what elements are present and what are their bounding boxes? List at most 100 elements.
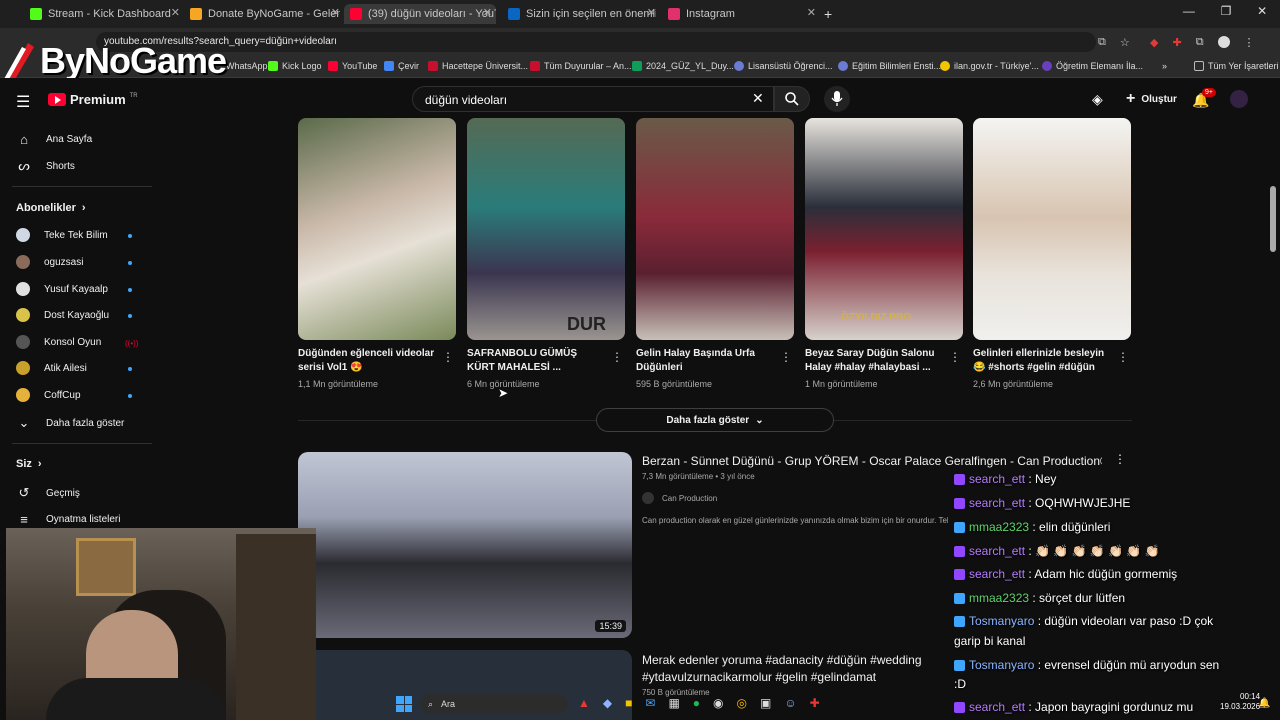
minimize-icon[interactable]: — bbox=[1183, 4, 1195, 24]
close-icon[interactable]: ✕ bbox=[647, 6, 656, 19]
bookmark-item[interactable]: 2024_GÜZ_YL_Duy... bbox=[632, 61, 734, 71]
bookmark-item[interactable]: ilan.gov.tr - Türkiye'... bbox=[940, 61, 1039, 71]
bookmark-item[interactable]: Öğretim Elemanı İla... bbox=[1042, 61, 1143, 71]
youtube-logo[interactable]: Premium TR bbox=[48, 92, 138, 107]
more-options-icon[interactable]: ⋮ bbox=[780, 350, 792, 364]
cast-icon[interactable]: ◈ bbox=[1092, 91, 1103, 108]
short-title[interactable]: Düğünden eğlenceli videolar serisi Vol1 … bbox=[298, 347, 438, 375]
more-options-icon[interactable]: ⋮ bbox=[442, 350, 454, 364]
extension-icon[interactable]: ✚ bbox=[1172, 36, 1181, 49]
short-title[interactable]: SAFRANBOLU GÜMÜŞ KÜRT MAHALESİ ... bbox=[467, 347, 607, 375]
install-icon[interactable]: ⧉ bbox=[1098, 36, 1106, 49]
bookmark-item[interactable]: Eğitim Bilimleri Ensti... bbox=[838, 61, 941, 71]
tab-donate[interactable]: Donate ByNoGame - Gelen/Gi... ✕ bbox=[190, 4, 340, 24]
sidebar-item-subscription[interactable]: Atik Ailesi bbox=[16, 361, 87, 375]
sidebar-item-home[interactable]: ⌂ Ana Sayfa bbox=[16, 131, 92, 147]
hamburger-menu-icon[interactable]: ☰ bbox=[16, 92, 30, 112]
short-thumbnail[interactable] bbox=[298, 118, 456, 340]
restore-icon[interactable]: ❐ bbox=[1221, 4, 1232, 24]
close-icon[interactable]: ✕ bbox=[483, 6, 492, 19]
short-thumbnail[interactable] bbox=[973, 118, 1131, 340]
account-avatar[interactable] bbox=[1230, 90, 1248, 108]
new-tab-button[interactable]: + bbox=[824, 6, 832, 22]
bookmark-item[interactable]: Lisansüstü Öğrenci... bbox=[734, 61, 833, 71]
clear-search-icon[interactable]: ✕ bbox=[752, 90, 764, 107]
epic-games-icon[interactable]: ▣ bbox=[760, 696, 771, 710]
channel-avatar bbox=[16, 335, 30, 349]
page-scrollbar[interactable] bbox=[1270, 186, 1276, 252]
short-thumbnail[interactable] bbox=[636, 118, 794, 340]
bookmark-item[interactable]: Hacettepe Üniversit... bbox=[428, 61, 528, 71]
divider bbox=[12, 186, 152, 187]
copilot-icon[interactable]: ◆ bbox=[603, 696, 612, 710]
short-title[interactable]: Gelinleri ellerinizle besleyin 😂 #shorts… bbox=[973, 347, 1113, 375]
more-options-icon[interactable]: ⋮ bbox=[949, 350, 961, 364]
sidebar-item-subscription[interactable]: CoffCup bbox=[16, 388, 81, 402]
tab-kick-dashboard[interactable]: Stream - Kick Dashboard ✕ bbox=[30, 4, 180, 24]
chevron-right-icon: › bbox=[37, 458, 42, 470]
sidebar-item-subscription[interactable]: Yusuf Kayaalp bbox=[16, 282, 108, 296]
puzzle-icon[interactable]: ⧉ bbox=[1196, 36, 1204, 49]
windows-start-icon[interactable] bbox=[396, 696, 412, 712]
more-options-icon[interactable]: ⋮ bbox=[1117, 350, 1129, 364]
chrome-icon[interactable]: ◎ bbox=[737, 696, 747, 710]
more-options-icon[interactable]: ⋮ bbox=[611, 350, 623, 364]
tab-youtube[interactable]: (39) düğün videoları - YouTube ✕ bbox=[344, 4, 496, 24]
bookmark-label: 2024_GÜZ_YL_Duy... bbox=[646, 61, 734, 71]
create-button[interactable]: + Oluştur bbox=[1120, 88, 1183, 110]
more-options-icon[interactable]: ⋮ bbox=[1114, 452, 1126, 466]
discord-icon[interactable]: ☺ bbox=[784, 696, 796, 710]
bookmarks-overflow-icon[interactable]: » bbox=[1162, 61, 1167, 71]
sidebar-item-playlists[interactable]: ≡ Oynatma listeleri bbox=[16, 511, 120, 527]
bookmark-item[interactable]: Tüm Duyurular – An... bbox=[530, 61, 632, 71]
app-icon[interactable]: ▲ bbox=[578, 696, 590, 710]
sidebar-item-history[interactable]: ↺ Geçmiş bbox=[16, 485, 80, 501]
obs-icon[interactable]: ◉ bbox=[713, 696, 723, 710]
short-thumbnail[interactable]: DUR bbox=[467, 118, 625, 340]
store-icon[interactable]: ▦ bbox=[668, 696, 679, 710]
video-title[interactable]: Merak edenler yoruma #adanacity #düğün #… bbox=[642, 652, 948, 686]
bookmark-star-icon[interactable]: ☆ bbox=[1120, 36, 1130, 49]
sidebar-show-more[interactable]: ⌄ Daha fazla göster bbox=[16, 415, 125, 431]
bookmark-item[interactable]: Çevir bbox=[384, 61, 419, 71]
sidebar-item-subscription[interactable]: oguzsasi bbox=[16, 255, 83, 269]
chat-text: : elin düğünleri bbox=[1032, 520, 1111, 534]
subscriptions-heading[interactable]: Abonelikler › bbox=[16, 202, 86, 214]
menu-dots-icon[interactable]: ⋮ bbox=[1244, 36, 1255, 49]
outlook-icon[interactable]: ✉ bbox=[645, 696, 655, 710]
you-heading[interactable]: Siz › bbox=[16, 458, 42, 470]
close-icon[interactable]: ✕ bbox=[807, 6, 816, 19]
voice-search-button[interactable] bbox=[824, 86, 850, 112]
close-window-icon[interactable]: ✕ bbox=[1257, 4, 1267, 24]
sidebar-item-subscription[interactable]: Teke Tek Bilim bbox=[16, 228, 108, 242]
tab-instagram[interactable]: Instagram ✕ bbox=[668, 4, 816, 24]
search-button[interactable] bbox=[774, 86, 810, 112]
video-thumbnail[interactable]: 15:39 bbox=[298, 452, 632, 638]
video-title[interactable]: Berzan - Sünnet Düğünü - Grup YÖREM - Os… bbox=[642, 454, 1102, 468]
taskbar-search[interactable]: ⌕ Ara bbox=[420, 694, 568, 714]
bookmark-item[interactable]: YouTube bbox=[328, 61, 377, 71]
close-icon[interactable]: ✕ bbox=[331, 6, 340, 19]
short-thumbnail[interactable]: ÖZYILDIZ PRO bbox=[805, 118, 963, 340]
search-input[interactable]: düğün videoları bbox=[412, 86, 774, 112]
close-icon[interactable]: ✕ bbox=[171, 6, 180, 19]
chat-username: search_ett bbox=[969, 472, 1026, 486]
sidebar-item-subscription[interactable]: Konsol Oyun bbox=[16, 335, 101, 349]
spotify-icon[interactable]: ● bbox=[693, 696, 700, 710]
bookmark-folder[interactable]: Tüm Yer İşaretleri bbox=[1194, 61, 1279, 71]
notification-icon[interactable]: 🔔 bbox=[1258, 698, 1270, 709]
show-more-button[interactable]: Daha fazla göster ⌄ bbox=[596, 408, 834, 432]
file-explorer-icon[interactable]: ■ bbox=[625, 696, 632, 710]
app-icon[interactable]: ✚ bbox=[810, 696, 820, 710]
extension-icon[interactable]: ◆ bbox=[1150, 36, 1158, 49]
bookmark-item[interactable]: Kick Logo bbox=[268, 61, 322, 71]
channel-name: Yusuf Kayaalp bbox=[44, 283, 108, 295]
sidebar-item-shorts[interactable]: ᔕ Shorts bbox=[16, 158, 75, 174]
sidebar-item-subscription[interactable]: Dost Kayaoğlu bbox=[16, 308, 109, 322]
short-title[interactable]: Gelin Halay Başında Urfa Düğünleri bbox=[636, 347, 776, 375]
profile-avatar[interactable] bbox=[1217, 36, 1230, 48]
short-title[interactable]: Beyaz Saray Düğün Salonu Halay #halay #h… bbox=[805, 347, 945, 375]
video-channel[interactable]: Can Production bbox=[642, 492, 717, 504]
system-clock[interactable]: 00:14 19.03.2026 bbox=[1220, 692, 1260, 712]
tab-linkedin[interactable]: Sizin için seçilen en önemli iş il... ✕ bbox=[508, 4, 656, 24]
